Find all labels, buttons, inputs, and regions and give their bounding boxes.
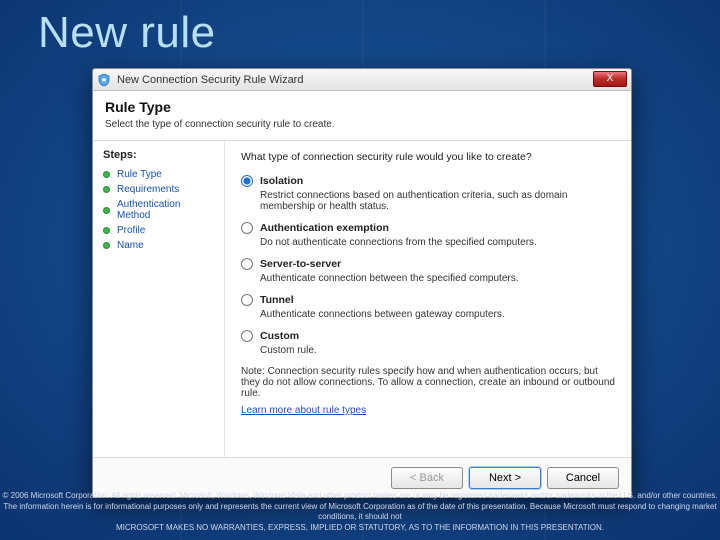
wizard-body: Steps: Rule Type Requirements Authentica… [93, 141, 631, 457]
slide-footer: © 2006 Microsoft Corporation. All rights… [0, 491, 720, 534]
option-tunnel[interactable]: Tunnel Authenticate connections between … [241, 294, 617, 320]
option-server-to-server[interactable]: Server-to-server Authenticate connection… [241, 258, 617, 284]
step-label: Authentication Method [117, 199, 216, 221]
radio-custom[interactable] [241, 330, 253, 342]
cancel-button[interactable]: Cancel [547, 467, 619, 489]
step-label: Name [117, 240, 144, 251]
option-desc: Do not authenticate connections from the… [260, 237, 617, 248]
page-subtitle: Select the type of connection security r… [105, 119, 619, 130]
learn-more-link[interactable]: Learn more about rule types [241, 405, 366, 416]
step-bullet-icon [103, 186, 110, 193]
wizard-window: New Connection Security Rule Wizard X Ru… [92, 68, 632, 498]
window-title: New Connection Security Rule Wizard [117, 74, 303, 86]
steps-heading: Steps: [103, 149, 216, 161]
step-name[interactable]: Name [103, 240, 216, 251]
option-title: Tunnel [260, 294, 294, 306]
step-bullet-icon [103, 242, 110, 249]
steps-sidebar: Steps: Rule Type Requirements Authentica… [93, 141, 225, 457]
content-panel: What type of connection security rule wo… [225, 141, 631, 457]
option-desc: Authenticate connection between the spec… [260, 273, 617, 284]
next-button[interactable]: Next > [469, 467, 541, 489]
step-bullet-icon [103, 171, 110, 178]
step-bullet-icon [103, 227, 110, 234]
note-text: Note: Connection security rules specify … [241, 366, 617, 399]
option-title: Authentication exemption [260, 222, 389, 234]
step-profile[interactable]: Profile [103, 225, 216, 236]
option-title: Server-to-server [260, 258, 341, 270]
radio-tunnel[interactable] [241, 294, 253, 306]
radio-server-to-server[interactable] [241, 258, 253, 270]
close-button[interactable]: X [593, 71, 627, 87]
step-auth-method[interactable]: Authentication Method [103, 199, 216, 221]
page-title: Rule Type [105, 99, 619, 115]
option-isolation[interactable]: Isolation Restrict connections based on … [241, 175, 617, 212]
option-desc: Custom rule. [260, 345, 617, 356]
back-button[interactable]: < Back [391, 467, 463, 489]
step-rule-type[interactable]: Rule Type [103, 169, 216, 180]
slide-title: New rule [38, 8, 216, 58]
app-icon [97, 73, 111, 87]
radio-isolation[interactable] [241, 175, 253, 187]
footer-line: MICROSOFT MAKES NO WARRANTIES, EXPRESS, … [0, 523, 720, 534]
option-title: Custom [260, 330, 299, 342]
option-custom[interactable]: Custom Custom rule. [241, 330, 617, 356]
option-desc: Restrict connections based on authentica… [260, 190, 617, 212]
wizard-header: Rule Type Select the type of connection … [93, 91, 631, 141]
step-label: Rule Type [117, 169, 162, 180]
footer-line: © 2006 Microsoft Corporation. All rights… [0, 491, 720, 502]
option-auth-exemption[interactable]: Authentication exemption Do not authenti… [241, 222, 617, 248]
radio-auth-exemption[interactable] [241, 222, 253, 234]
step-requirements[interactable]: Requirements [103, 184, 216, 195]
option-title: Isolation [260, 175, 303, 187]
option-desc: Authenticate connections between gateway… [260, 309, 617, 320]
titlebar: New Connection Security Rule Wizard X [93, 69, 631, 91]
step-bullet-icon [103, 207, 110, 214]
step-label: Profile [117, 225, 145, 236]
footer-line: The information herein is for informatio… [0, 502, 720, 524]
step-label: Requirements [117, 184, 179, 195]
prompt-text: What type of connection security rule wo… [241, 151, 617, 163]
